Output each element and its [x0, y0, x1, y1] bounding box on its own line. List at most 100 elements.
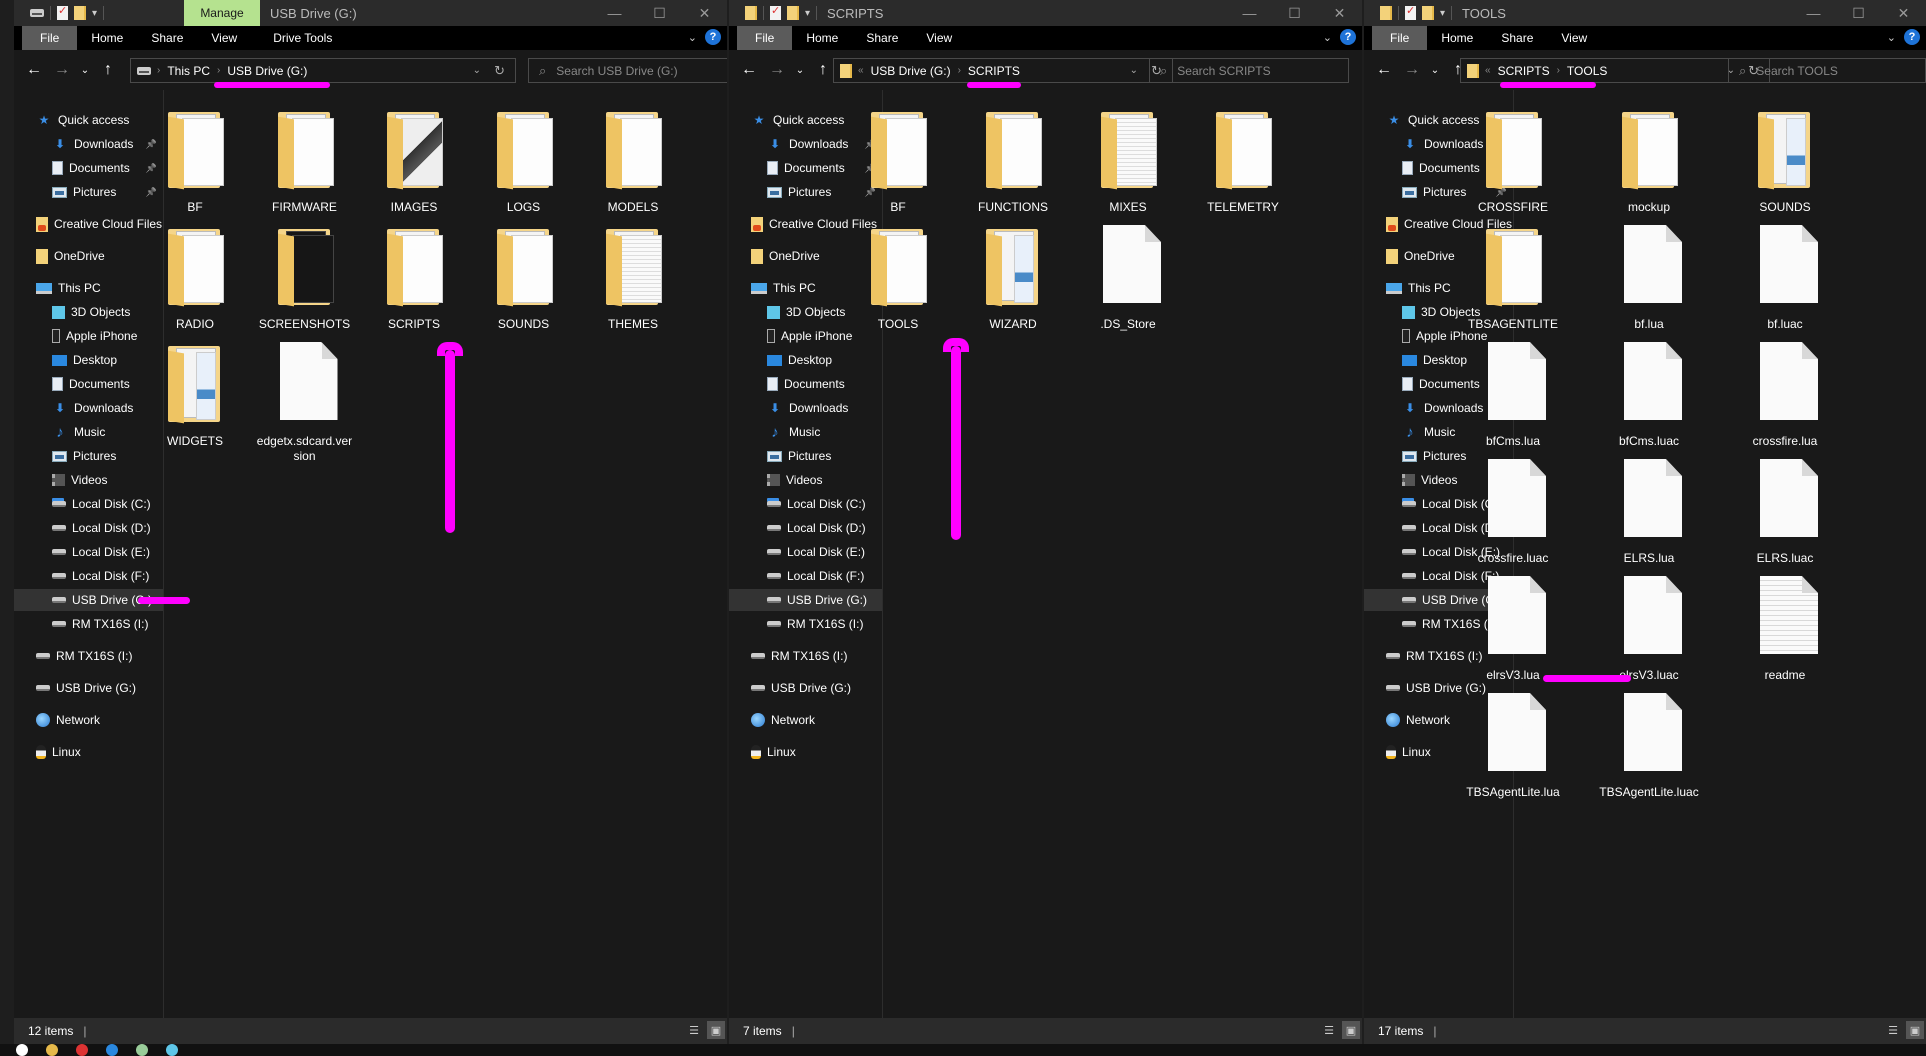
minimize-button[interactable]: — [1791, 0, 1836, 26]
recent-locations-button[interactable]: ⌄ [791, 65, 809, 76]
folder-item[interactable]: WIDGETS [143, 342, 247, 449]
folder-item[interactable]: MODELS [581, 108, 685, 215]
folder-item[interactable]: SOUNDS [472, 225, 576, 332]
large-icons-view-button[interactable]: ▣ [707, 1021, 725, 1039]
search-box[interactable]: ⌕ Search TOOLS [1728, 58, 1926, 83]
file-item[interactable]: bfCms.lua [1461, 342, 1565, 449]
nav-item-local-disk-e[interactable]: Local Disk (E:) [14, 541, 163, 563]
tab-view[interactable]: View [1547, 26, 1601, 50]
folder-item[interactable]: LOGS [472, 108, 576, 215]
manage-contextual-tab[interactable]: Manage [184, 0, 260, 26]
nav-item-downloads[interactable]: ⬇ Downloads [729, 397, 882, 419]
folder-item[interactable]: SCREENSHOTS [253, 225, 357, 332]
nav-item-local-disk-c[interactable]: Local Disk (C:) [14, 493, 163, 515]
file-item[interactable]: bf.luac [1733, 225, 1837, 332]
breadcrumb-item[interactable]: SCRIPTS [1498, 64, 1550, 78]
nav-item-onedrive[interactable]: OneDrive [14, 245, 163, 267]
help-icon[interactable]: ? [1340, 29, 1356, 45]
nav-item-3d-objects[interactable]: 3D Objects [14, 301, 163, 323]
nav-item-music[interactable]: ♪ Music [14, 421, 163, 443]
expand-ribbon-icon[interactable]: ⌄ [688, 31, 697, 44]
nav-item-local-disk-d[interactable]: Local Disk (D:) [14, 517, 163, 539]
details-view-button[interactable]: ☰ [685, 1021, 703, 1039]
properties-icon[interactable] [57, 4, 68, 20]
tab-home[interactable]: Home [1427, 26, 1487, 50]
app-icon[interactable] [166, 1044, 178, 1056]
nav-item-usb-drive-g[interactable]: USB Drive (G:) [14, 677, 163, 699]
nav-item-linux[interactable]: Linux [14, 741, 163, 763]
nav-item-pictures[interactable]: Pictures 📌 [14, 181, 163, 203]
overflow-chevron-icon[interactable]: « [1485, 65, 1491, 76]
customize-toolbar-icon[interactable]: ▾ [1440, 8, 1445, 19]
nav-item-rm-tx16s-i[interactable]: RM TX16S (I:) [729, 645, 882, 667]
nav-item-downloads[interactable]: ⬇Downloads📌 [14, 133, 163, 155]
close-button[interactable]: ✕ [682, 0, 727, 26]
address-dropdown-icon[interactable]: ⌄ [1130, 65, 1138, 76]
nav-item-music[interactable]: ♪ Music [729, 421, 882, 443]
tab-view[interactable]: View [912, 26, 966, 50]
nav-item-pictures[interactable]: Pictures [729, 445, 882, 467]
file-item[interactable]: ELRS.lua [1597, 459, 1701, 566]
folder-item[interactable]: WIZARD [961, 225, 1065, 332]
refresh-icon[interactable]: ↻ [494, 63, 505, 79]
nav-item-local-disk-f[interactable]: Local Disk (F:) [729, 565, 882, 587]
file-item[interactable]: elrsV3.luac [1597, 576, 1701, 683]
folder-item[interactable]: THEMES [581, 225, 685, 332]
large-icons-view-button[interactable]: ▣ [1906, 1021, 1924, 1039]
new-folder-icon[interactable] [1422, 6, 1434, 20]
file-item[interactable]: ELRS.luac [1733, 459, 1837, 566]
minimize-button[interactable]: — [592, 0, 637, 26]
folder-item[interactable]: RADIO [143, 225, 247, 332]
close-button[interactable]: ✕ [1881, 0, 1926, 26]
tab-file[interactable]: File [737, 26, 793, 50]
nav-item-videos[interactable]: Videos [729, 469, 882, 491]
folder-item[interactable]: TOOLS [846, 225, 950, 332]
nav-item-quick-access[interactable]: ★ Quick access [14, 109, 163, 131]
file-item[interactable]: bfCms.luac [1597, 342, 1701, 449]
nav-item-pictures[interactable]: Pictures [14, 445, 163, 467]
breadcrumb-item[interactable]: TOOLS [1567, 64, 1607, 78]
tab-file[interactable]: File [1372, 26, 1428, 50]
nav-item-network[interactable]: Network [729, 709, 882, 731]
breadcrumb-separator[interactable]: › [157, 65, 160, 76]
nav-item-documents[interactable]: Documents [14, 373, 163, 395]
folder-item[interactable]: MIXES [1076, 108, 1180, 215]
file-item[interactable]: crossfire.lua [1733, 342, 1837, 449]
nav-item-local-disk-e[interactable]: Local Disk (E:) [729, 541, 882, 563]
details-view-button[interactable]: ☰ [1320, 1021, 1338, 1039]
recent-locations-button[interactable]: ⌄ [76, 65, 94, 76]
tab-share[interactable]: Share [1487, 26, 1547, 50]
file-item[interactable]: TBSAgentLite.lua [1461, 693, 1565, 800]
edge-icon[interactable] [106, 1044, 118, 1056]
file-explorer-icon[interactable] [46, 1044, 58, 1056]
file-item[interactable]: edgetx.sdcard.version [253, 342, 357, 464]
tab-share[interactable]: Share [852, 26, 912, 50]
tab-drive-tools[interactable]: Drive Tools [259, 26, 346, 50]
folder-item[interactable]: BF [846, 108, 950, 215]
nav-item-documents[interactable]: Documents📌 [14, 157, 163, 179]
breadcrumb-item[interactable]: SCRIPTS [968, 64, 1020, 78]
address-dropdown-icon[interactable]: ⌄ [473, 65, 481, 76]
nav-item-usb-drive-g[interactable]: USB Drive (G:) [729, 589, 882, 611]
nav-item-rm-tx16s-i[interactable]: RM TX16S (I:) [729, 613, 882, 635]
nav-item-desktop[interactable]: Desktop [729, 349, 882, 371]
folder-item[interactable]: TELEMETRY [1191, 108, 1295, 215]
maximize-button[interactable]: ☐ [1272, 0, 1317, 26]
file-item[interactable]: bf.lua [1597, 225, 1701, 332]
address-bar[interactable]: › This PC › USB Drive (G:) ⌄ ↻ [130, 58, 516, 83]
address-bar[interactable]: «SCRIPTS › TOOLS ⌄ ↻ [1460, 58, 1770, 83]
address-bar[interactable]: «USB Drive (G:) › SCRIPTS ⌄ ↻ [833, 58, 1173, 83]
up-button[interactable]: ↑ [94, 61, 122, 79]
new-folder-icon[interactable] [787, 6, 799, 20]
back-button[interactable]: ← [20, 61, 48, 79]
forward-button[interactable]: → [1398, 61, 1426, 79]
nav-item-documents[interactable]: Documents [729, 373, 882, 395]
overflow-chevron-icon[interactable]: « [858, 65, 864, 76]
details-view-button[interactable]: ☰ [1884, 1021, 1902, 1039]
help-icon[interactable]: ? [705, 29, 721, 45]
close-button[interactable]: ✕ [1317, 0, 1362, 26]
breadcrumb-item[interactable]: USB Drive (G:) [227, 64, 307, 78]
nav-item-network[interactable]: Network [14, 709, 163, 731]
forward-button[interactable]: → [48, 61, 76, 79]
folder-item[interactable]: TBSAGENTLITE [1461, 225, 1565, 332]
